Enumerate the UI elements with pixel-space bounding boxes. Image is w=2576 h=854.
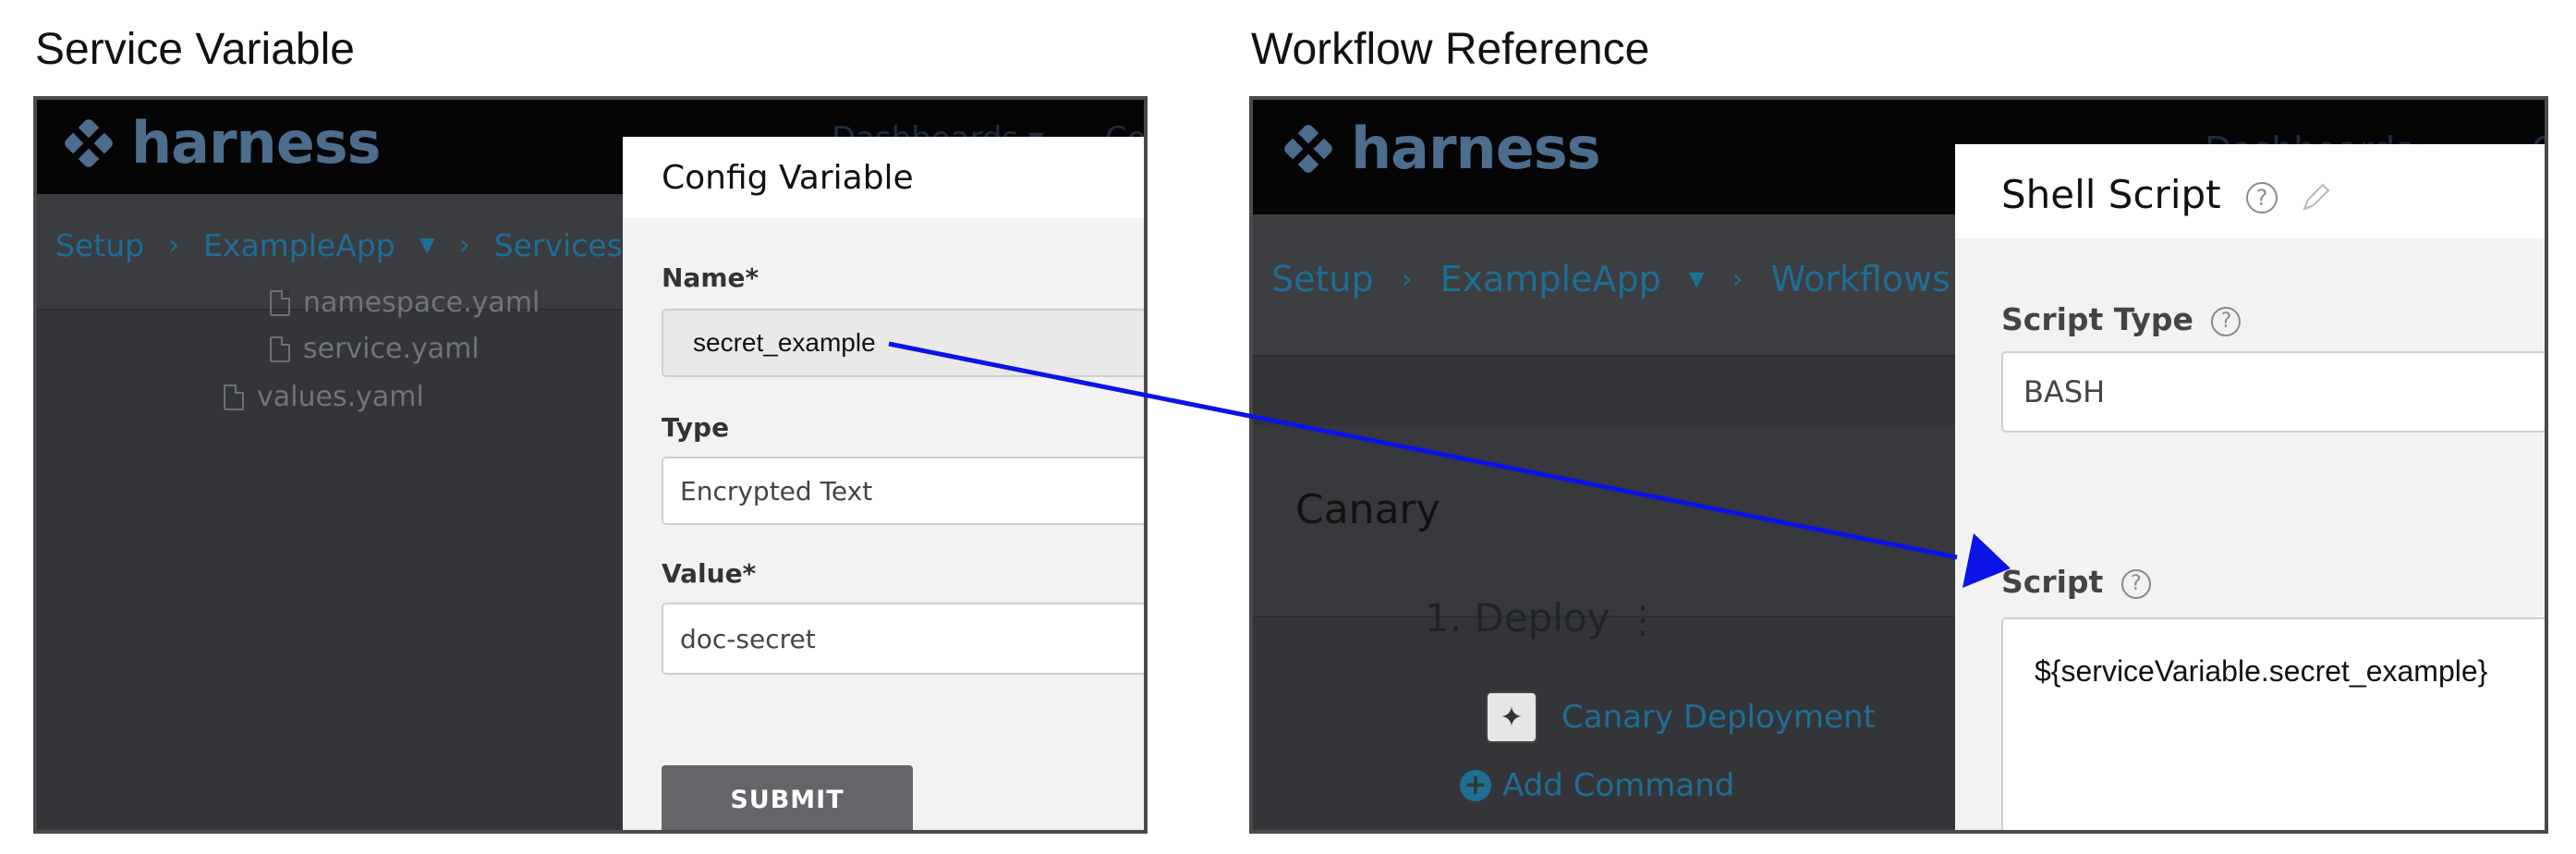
workflow-reference-caption: Workflow Reference [1251,25,1650,74]
type-select[interactable]: Encrypted Text [662,457,1144,525]
more-options-icon[interactable]: ⋮ [1624,599,1661,641]
add-command-label: Add Command [1502,767,1735,804]
workflow-title: Canary [1295,486,1440,533]
harness-logo[interactable]: harness [1277,115,1601,182]
add-command-button[interactable]: + Add Command [1460,767,1734,804]
help-icon[interactable]: ? [2120,568,2151,599]
dialog-header: Shell Script ? [1955,144,2545,238]
canary-deployment-step[interactable]: ✦ Canary Deployment [1486,691,1876,743]
deploy-section-title: 1. Deploy [1425,595,1610,640]
tree-item[interactable]: namespace.yaml [270,287,540,319]
harness-logo-text: harness [1351,115,1601,182]
breadcrumb-setup[interactable]: Setup [55,227,144,263]
chevron-right-icon: › [458,229,470,262]
script-label-wrap: Script ? [2001,564,2151,600]
bird-icon: ✦ [1486,691,1537,743]
tree-item-label: service.yaml [303,333,480,365]
dialog-title: Config Variable [662,159,914,197]
harness-logo[interactable]: harness [57,109,382,177]
service-variable-caption: Service Variable [35,25,355,74]
workflow-toolbar [1253,357,1955,425]
script-label: Script [2001,564,2104,600]
script-type-label-wrap: Script Type ? [2001,301,2242,337]
dialog-title: Shell Script [2001,172,2221,217]
breadcrumb-setup[interactable]: Setup [1271,259,1374,299]
script-type-label: Script Type [2001,301,2193,337]
file-icon [270,289,290,316]
pencil-icon[interactable] [2297,179,2334,216]
script-editor[interactable]: ${serviceVariable.secret_example} [2001,617,2545,830]
harness-logo-text: harness [131,109,382,177]
file-icon [270,336,290,362]
service-variable-screenshot: harness Dashboards ▾ Co Setup › ExampleA… [33,96,1148,834]
breadcrumb-services[interactable]: Services [494,227,623,263]
submit-button[interactable]: SUBMIT [662,765,913,830]
help-icon[interactable]: ? [2245,181,2278,214]
tree-item-label: values.yaml [257,381,424,413]
tree-item[interactable]: service.yaml [270,333,480,365]
caret-down-icon[interactable]: ▼ [419,234,435,257]
type-label: Type [662,412,730,443]
dialog-title-wrap: Shell Script ? [2001,172,2334,217]
harness-logo-icon [1284,125,1332,173]
breadcrumb-workflows[interactable]: Workflows [1771,259,1950,299]
workflow-reference-screenshot: harness Dashboards ▾ C Setup › ExampleAp… [1249,96,2548,834]
step-label: Canary Deployment [1561,699,1876,736]
breadcrumb-exampleapp[interactable]: ExampleApp [203,227,395,263]
name-label: Name* [662,262,759,293]
dialog-header: Config Variable [623,137,1144,218]
plus-circle-icon: + [1460,770,1491,801]
config-variable-dialog: Config Variable Name* secret_example Typ… [623,137,1144,830]
value-field[interactable]: doc-secret [662,603,1144,675]
shell-script-dialog: Shell Script ? Script Type ? BASH Script… [1955,144,2545,830]
value-label: Value* [662,558,757,589]
help-icon[interactable]: ? [2211,306,2242,336]
breadcrumb-exampleapp[interactable]: ExampleApp [1440,259,1661,299]
script-content: ${serviceVariable.secret_example} [2035,654,2488,688]
script-type-select[interactable]: BASH [2001,351,2545,433]
name-field[interactable]: secret_example [662,309,1144,377]
chevron-right-icon: › [1732,262,1744,296]
harness-logo-icon [65,119,113,167]
chevron-right-icon: › [168,229,180,262]
tree-item[interactable]: values.yaml [224,381,424,413]
chevron-right-icon: › [1401,262,1413,296]
tree-item-label: namespace.yaml [303,287,541,319]
caret-down-icon[interactable]: ▼ [1689,268,1705,291]
file-icon [224,384,244,410]
